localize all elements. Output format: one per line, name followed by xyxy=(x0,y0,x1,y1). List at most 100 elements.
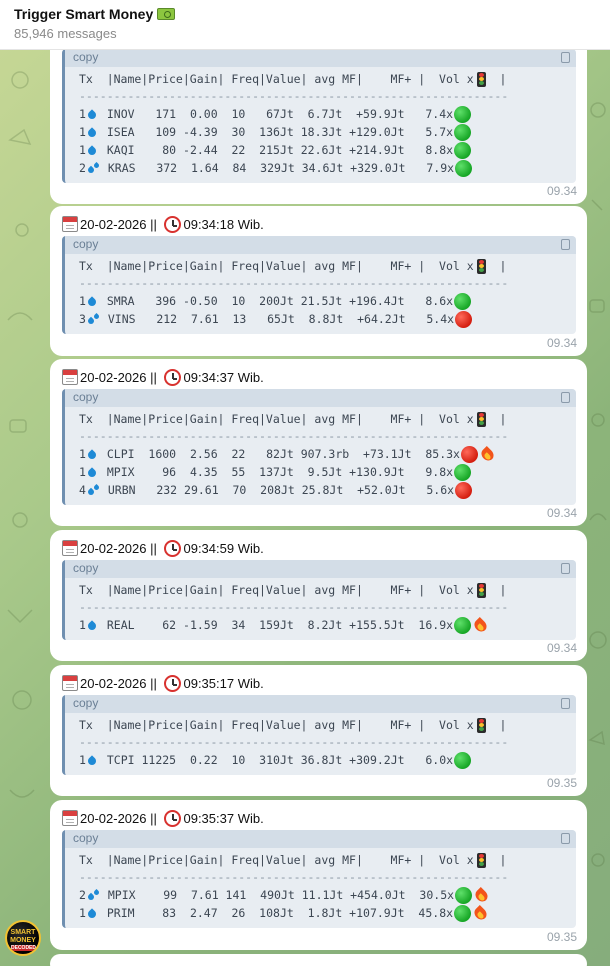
avatar-text-1: SMART xyxy=(10,929,36,936)
code-block: copy Tx |Name|Price|Gain| Freq|Value| avg… xyxy=(62,695,576,775)
code-block: copy Tx |Name|Price|Gain| Freq|Value| avg… xyxy=(62,560,576,640)
message-datetime: 20-02-2026 || 09:35:37 Wib. xyxy=(62,808,264,828)
table-row: 1 INOV 171 0.00 10 67Jt 6.7Jt +59.9Jt 7.… xyxy=(79,105,472,123)
copy-label: copy xyxy=(73,696,99,710)
table-divider: ----------------------------------------… xyxy=(79,735,509,749)
message-datetime: 20-02-2026 || 09:35:17 Wib. xyxy=(62,673,264,693)
table-row: 1 ISEA 109 -4.39 30 136Jt 18.3Jt +129.0J… xyxy=(79,123,472,141)
row-values: URBN 232 29.61 70 208Jt 25.8Jt +52.0Jt 5… xyxy=(100,483,455,497)
fire-icon xyxy=(475,887,488,903)
green-circle-icon xyxy=(454,141,472,159)
table-header-text: Tx |Name|Price|Gain| Freq|Value| avg MF|… xyxy=(79,853,474,867)
table-row: 1 PRIM 83 2.47 26 108Jt 1.8Jt +107.9Jt 4… xyxy=(79,904,487,922)
message-bubble[interactable]: 20-02-2026 || 09:34:59 Wib. copy Tx |Name|… xyxy=(50,530,587,661)
green-circle-icon xyxy=(454,123,472,141)
water-drop-icon xyxy=(87,466,97,479)
water-drop-icon xyxy=(87,754,97,767)
message-timestamp: 09.35 xyxy=(546,776,577,790)
row-values: ISEA 109 -4.39 30 136Jt 18.3Jt +129.0Jt … xyxy=(99,125,454,139)
message-date: 20-02-2026 xyxy=(80,540,147,556)
traffic-light-icon xyxy=(476,411,486,427)
red-circle-icon xyxy=(460,445,478,463)
red-circle-icon xyxy=(455,481,473,499)
message-bubble[interactable]: 20-02-2026 || 09:34:37 Wib. copy Tx |Name|… xyxy=(50,359,587,526)
row-tx: 4 xyxy=(79,483,86,497)
copy-icon[interactable] xyxy=(558,239,570,255)
water-drop-icon xyxy=(87,144,97,157)
row-tx: 1 xyxy=(79,107,86,121)
table-header: Tx |Name|Price|Gain| Freq|Value| avg MF|… xyxy=(79,410,506,428)
message-bubble[interactable]: 20-02-2026 || 09:35:17 Wib. copy Tx |Name|… xyxy=(50,665,587,796)
datetime-separator: || xyxy=(146,810,161,826)
row-tx: 1 xyxy=(79,447,86,461)
calendar-icon xyxy=(62,810,78,826)
alarm-clock-icon xyxy=(164,674,182,692)
row-values: TCPI 11225 0.22 10 310Jt 36.8Jt +309.2Jt… xyxy=(99,753,454,767)
chat-title-text: Trigger Smart Money xyxy=(14,6,154,22)
water-drop-icon xyxy=(87,126,97,139)
table-header: Tx |Name|Price|Gain| Freq|Value| avg MF|… xyxy=(79,257,506,275)
row-tx: 1 xyxy=(79,294,86,308)
water-drop-icon xyxy=(87,907,97,920)
message-bubble[interactable]: 20-02-2026 || 09:35:37 Wib. copy Tx |Name|… xyxy=(50,800,587,950)
row-values: VINS 212 7.61 13 65Jt 8.8Jt +64.2Jt 5.4x xyxy=(100,312,455,326)
chat-header[interactable]: Trigger Smart Money 85,946 messages xyxy=(0,0,610,50)
row-tx: 1 xyxy=(79,143,86,157)
avatar-text-2: MONEY xyxy=(10,937,36,944)
green-circle-icon xyxy=(454,751,472,769)
traffic-light-icon xyxy=(476,582,486,598)
water-drop-icon xyxy=(87,448,97,461)
message-date: 20-02-2026 xyxy=(80,216,147,232)
traffic-light-icon xyxy=(476,852,486,868)
row-tx: 1 xyxy=(79,906,86,920)
table-row: 4 URBN 232 29.61 70 208Jt 25.8Jt +52.0Jt… xyxy=(79,481,473,499)
copy-icon[interactable] xyxy=(558,52,570,68)
copy-icon[interactable] xyxy=(558,563,570,579)
table-divider: ----------------------------------------… xyxy=(79,600,509,614)
code-block-header: copy xyxy=(65,695,576,714)
calendar-icon xyxy=(62,216,78,232)
water-drop-icon xyxy=(87,619,97,632)
traffic-light-icon xyxy=(476,258,486,274)
fire-icon xyxy=(481,446,494,462)
datetime-separator: || xyxy=(146,540,161,556)
copy-label: copy xyxy=(73,561,99,575)
row-values: KRAS 372 1.64 84 329Jt 34.6Jt +329.0Jt 7… xyxy=(100,161,455,175)
message-time: 09:35:37 Wib. xyxy=(183,810,264,826)
table-row: 2 KRAS 372 1.64 84 329Jt 34.6Jt +329.0Jt… xyxy=(79,159,473,177)
traffic-light-icon xyxy=(476,717,486,733)
row-tx: 1 xyxy=(79,753,86,767)
code-block-header: copy xyxy=(65,830,576,849)
money-bag-icon xyxy=(157,8,176,20)
message-timestamp: 09.34 xyxy=(546,336,577,350)
avatar[interactable]: SMART MONEY DECODED xyxy=(5,920,41,956)
fire-icon xyxy=(474,905,487,921)
table-header-end: | xyxy=(485,853,507,867)
message-date: 20-02-2026 xyxy=(80,810,147,826)
table-header-end: | xyxy=(485,72,507,86)
copy-icon[interactable] xyxy=(558,698,570,714)
water-splash-icon xyxy=(86,889,100,902)
code-block-header: copy xyxy=(65,389,576,408)
message-time: 09:34:37 Wib. xyxy=(183,369,264,385)
water-splash-icon xyxy=(86,162,100,175)
copy-icon[interactable] xyxy=(558,392,570,408)
message-date: 20-02-2026 xyxy=(80,369,147,385)
code-block: copy Tx |Name|Price|Gain| Freq|Value| avg… xyxy=(62,389,576,505)
row-values: SMRA 396 -0.50 10 200Jt 21.5Jt +196.4Jt … xyxy=(99,294,454,308)
chat-title: Trigger Smart Money xyxy=(14,6,176,22)
message-datetime: 20-02-2026 || 09:34:59 Wib. xyxy=(62,538,264,558)
message-datetime: 20-02-2026 || 09:34:37 Wib. xyxy=(62,367,264,387)
copy-icon[interactable] xyxy=(558,833,570,849)
row-values: KAQI 80 -2.44 22 215Jt 22.6Jt +214.9Jt 8… xyxy=(99,143,454,157)
message-date: 20-02-2026 xyxy=(80,675,147,691)
green-circle-icon xyxy=(454,616,472,634)
green-circle-icon xyxy=(454,292,472,310)
message-bubble[interactable] xyxy=(50,954,587,966)
table-row: 3 VINS 212 7.61 13 65Jt 8.8Jt +64.2Jt 5.… xyxy=(79,310,473,328)
row-tx: 3 xyxy=(79,312,86,326)
message-bubble[interactable]: 20-02-2026 || 09:34:18 Wib. copy Tx |Name|… xyxy=(50,206,587,356)
message-bubble[interactable]: copy Tx |Name|Price|Gain| Freq|Value| avg… xyxy=(50,36,587,204)
row-tx: 1 xyxy=(79,125,86,139)
code-block: copy Tx |Name|Price|Gain| Freq|Value| avg… xyxy=(62,830,576,928)
